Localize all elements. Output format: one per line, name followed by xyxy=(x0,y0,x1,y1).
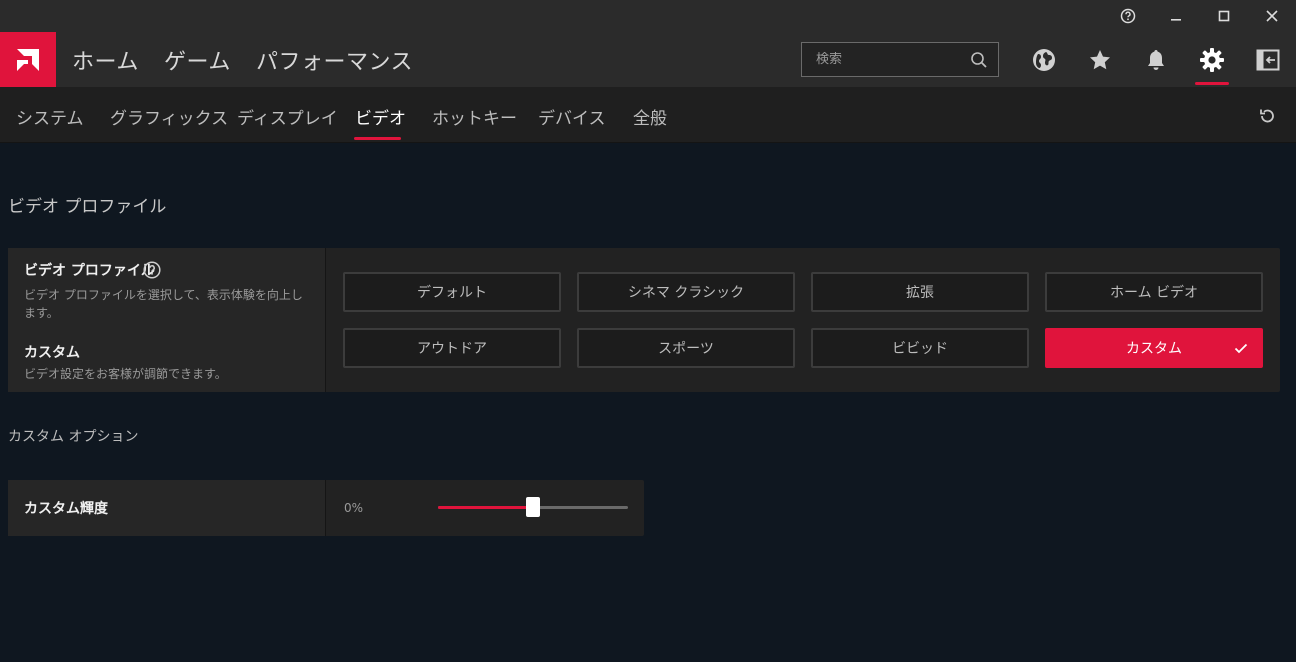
custom-options-title: カスタム オプション xyxy=(8,429,139,445)
title-bar xyxy=(0,0,1296,32)
profile-option-outdoor[interactable]: アウトドア xyxy=(343,328,561,368)
top-navigation: ホーム ゲーム パフォーマンス xyxy=(0,32,1296,87)
tab-general[interactable]: 全般 xyxy=(633,104,667,129)
profile-option-default[interactable]: デフォルト xyxy=(343,272,561,312)
brightness-value: 0% xyxy=(344,501,364,515)
profile-option-vivid[interactable]: ビビッド xyxy=(811,328,1029,368)
profile-description: ビデオ プロファイルを選択して、表示体験を向上します。 xyxy=(24,288,303,320)
custom-title: カスタム xyxy=(24,345,80,361)
custom-brightness-panel: カスタム輝度 0% xyxy=(8,480,644,536)
reset-icon[interactable] xyxy=(1255,104,1279,128)
section-title: ビデオ プロファイル xyxy=(8,197,167,217)
profile-title: ビデオ プロファイル xyxy=(24,263,155,279)
globe-icon[interactable] xyxy=(1028,44,1060,76)
custom-brightness-label: カスタム輝度 xyxy=(24,501,108,517)
amd-logo[interactable] xyxy=(0,32,56,87)
tab-devices[interactable]: デバイス xyxy=(538,104,606,129)
custom-brightness-info: カスタム輝度 xyxy=(8,480,326,536)
search-icon[interactable] xyxy=(970,51,988,73)
tab-graphics[interactable]: グラフィックス xyxy=(110,104,228,129)
option-label: ビビッド xyxy=(892,341,948,357)
help-icon[interactable] xyxy=(1104,0,1152,32)
search-input[interactable] xyxy=(802,52,962,67)
custom-description: ビデオ設定をお客様が調節できます。 xyxy=(24,367,227,381)
tab-system[interactable]: システム xyxy=(16,104,84,129)
option-label: スポーツ xyxy=(658,341,714,357)
bell-icon[interactable] xyxy=(1140,44,1172,76)
profile-option-sports[interactable]: スポーツ xyxy=(577,328,795,368)
maximize-icon[interactable] xyxy=(1200,0,1248,32)
close-icon[interactable] xyxy=(1248,0,1296,32)
brightness-slider-thumb[interactable] xyxy=(526,497,540,517)
profile-option-home-video[interactable]: ホーム ビデオ xyxy=(1045,272,1263,312)
nav-home[interactable]: ホーム xyxy=(72,44,139,76)
search-box xyxy=(801,42,999,77)
option-label: デフォルト xyxy=(417,285,487,301)
tab-hotkeys[interactable]: ホットキー xyxy=(432,104,517,129)
sidebar-icon[interactable] xyxy=(1252,44,1284,76)
active-tab-indicator xyxy=(354,137,401,140)
profile-option-custom[interactable]: カスタム xyxy=(1045,328,1263,368)
nav-performance[interactable]: パフォーマンス xyxy=(256,44,413,76)
help-icon[interactable] xyxy=(143,261,161,283)
active-icon-indicator xyxy=(1195,82,1229,85)
nav-games[interactable]: ゲーム xyxy=(164,44,231,76)
option-label: ホーム ビデオ xyxy=(1109,285,1199,301)
checkmark-icon xyxy=(1233,340,1249,360)
option-label: カスタム xyxy=(1126,341,1182,357)
tab-video[interactable]: ビデオ xyxy=(355,104,406,129)
profile-option-enhanced[interactable]: 拡張 xyxy=(811,272,1029,312)
settings-tabs: システム グラフィックス ディスプレイ ビデオ ホットキー デバイス 全般 xyxy=(0,87,1296,143)
option-label: シネマ クラシック xyxy=(627,285,745,301)
video-profile-info: ビデオ プロファイル ビデオ プロファイルを選択して、表示体験を向上します。 カ… xyxy=(8,248,326,392)
star-icon[interactable] xyxy=(1084,44,1116,76)
video-profile-panel: ビデオ プロファイル ビデオ プロファイルを選択して、表示体験を向上します。 カ… xyxy=(8,248,1280,392)
minimize-icon[interactable] xyxy=(1152,0,1200,32)
tab-display[interactable]: ディスプレイ xyxy=(237,104,338,129)
gear-icon[interactable] xyxy=(1196,44,1228,76)
profile-option-cinema-classic[interactable]: シネマ クラシック xyxy=(577,272,795,312)
option-label: 拡張 xyxy=(906,285,934,301)
option-label: アウトドア xyxy=(417,341,487,357)
brightness-slider-fill xyxy=(438,506,533,509)
